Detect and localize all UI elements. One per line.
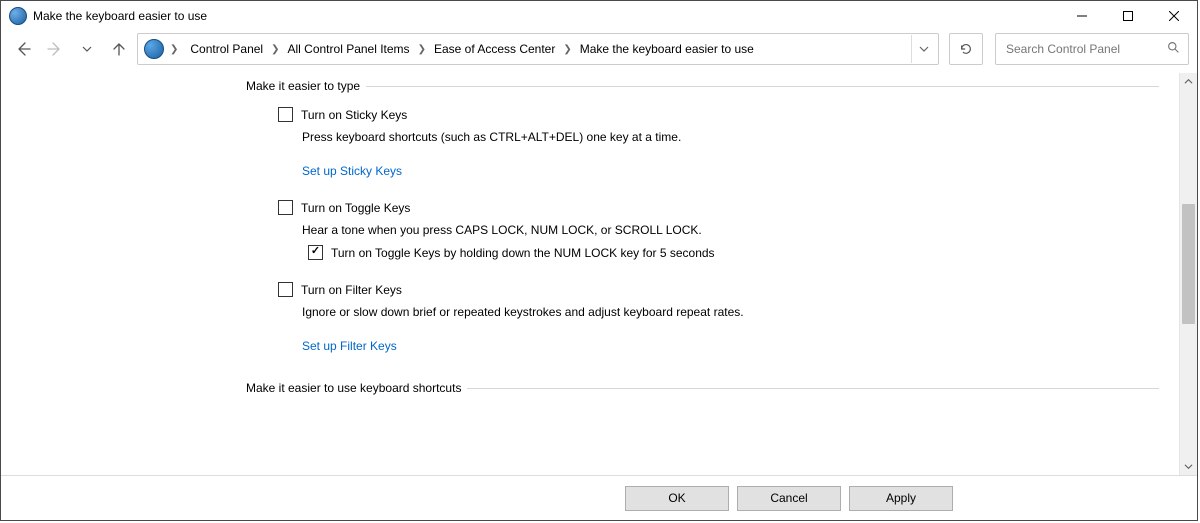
settings-panel: Make it easier to type Turn on Sticky Ke… bbox=[1, 73, 1179, 475]
nav-row: ❯ Control Panel ❯ All Control Panel Item… bbox=[1, 31, 1197, 73]
search-icon bbox=[1167, 41, 1180, 57]
group-easier-type: Make it easier to type Turn on Sticky Ke… bbox=[246, 79, 1159, 353]
dialog-button-bar: OK Cancel Apply bbox=[1, 475, 1197, 520]
minimize-icon bbox=[1077, 11, 1087, 21]
minimize-button[interactable] bbox=[1059, 1, 1105, 31]
label-toggle-keys[interactable]: Turn on Toggle Keys bbox=[301, 201, 410, 215]
group-easier-shortcuts: Make it easier to use keyboard shortcuts bbox=[246, 381, 1159, 395]
chevron-right-icon: ❯ bbox=[168, 44, 180, 55]
ok-button[interactable]: OK bbox=[625, 486, 729, 511]
label-toggle-keys-numlock[interactable]: Turn on Toggle Keys by holding down the … bbox=[331, 246, 715, 260]
breadcrumb-current[interactable]: Make the keyboard easier to use bbox=[574, 38, 760, 60]
desc-filter-keys: Ignore or slow down brief or repeated ke… bbox=[302, 305, 1159, 319]
vertical-scrollbar[interactable] bbox=[1179, 73, 1197, 475]
scroll-down-button[interactable] bbox=[1180, 458, 1197, 475]
arrow-up-icon bbox=[111, 41, 127, 57]
breadcrumbs: Control Panel ❯ All Control Panel Items … bbox=[184, 38, 759, 60]
option-filter-keys: Turn on Filter Keys Ignore or slow down … bbox=[278, 282, 1159, 353]
recent-dropdown-button[interactable] bbox=[73, 35, 101, 63]
refresh-icon bbox=[959, 42, 973, 56]
checkbox-sticky-keys[interactable] bbox=[278, 107, 293, 122]
app-icon bbox=[9, 7, 27, 25]
window-title: Make the keyboard easier to use bbox=[33, 9, 207, 23]
scroll-thumb[interactable] bbox=[1182, 204, 1195, 324]
apply-button[interactable]: Apply bbox=[849, 486, 953, 511]
option-sticky-keys: Turn on Sticky Keys Press keyboard short… bbox=[278, 107, 1159, 178]
scroll-up-button[interactable] bbox=[1180, 73, 1197, 90]
close-button[interactable] bbox=[1151, 1, 1197, 31]
chevron-right-icon: ❯ bbox=[269, 44, 281, 55]
chevron-right-icon: ❯ bbox=[416, 44, 428, 55]
breadcrumb-all-items[interactable]: All Control Panel Items bbox=[282, 38, 416, 60]
link-setup-sticky-keys[interactable]: Set up Sticky Keys bbox=[302, 152, 402, 178]
maximize-icon bbox=[1123, 11, 1133, 21]
cancel-button[interactable]: Cancel bbox=[737, 486, 841, 511]
address-history-dropdown[interactable] bbox=[911, 35, 936, 63]
search-box[interactable] bbox=[995, 33, 1189, 65]
arrow-right-icon bbox=[47, 41, 63, 57]
content-area: Make it easier to type Turn on Sticky Ke… bbox=[1, 73, 1197, 475]
scroll-track[interactable] bbox=[1180, 90, 1197, 458]
maximize-button[interactable] bbox=[1105, 1, 1151, 31]
group-title-easier-shortcuts: Make it easier to use keyboard shortcuts bbox=[246, 381, 461, 395]
chevron-down-icon bbox=[82, 44, 92, 54]
label-sticky-keys[interactable]: Turn on Sticky Keys bbox=[301, 108, 407, 122]
search-input[interactable] bbox=[1004, 41, 1167, 57]
window-frame: Make the keyboard easier to use bbox=[0, 0, 1198, 521]
back-button[interactable] bbox=[9, 35, 37, 63]
label-filter-keys[interactable]: Turn on Filter Keys bbox=[301, 283, 402, 297]
chevron-down-icon bbox=[1184, 462, 1193, 471]
checkbox-filter-keys[interactable] bbox=[278, 282, 293, 297]
divider bbox=[467, 388, 1159, 389]
divider bbox=[366, 86, 1159, 87]
breadcrumb-ease-of-access[interactable]: Ease of Access Center bbox=[428, 38, 561, 60]
group-title-easier-type: Make it easier to type bbox=[246, 79, 360, 93]
checkbox-toggle-keys[interactable] bbox=[278, 200, 293, 215]
close-icon bbox=[1169, 11, 1179, 21]
desc-toggle-keys: Hear a tone when you press CAPS LOCK, NU… bbox=[302, 223, 1159, 237]
refresh-button[interactable] bbox=[949, 33, 983, 65]
option-toggle-keys: Turn on Toggle Keys Hear a tone when you… bbox=[278, 200, 1159, 260]
desc-sticky-keys: Press keyboard shortcuts (such as CTRL+A… bbox=[302, 130, 1159, 144]
link-setup-filter-keys[interactable]: Set up Filter Keys bbox=[302, 327, 397, 353]
address-bar[interactable]: ❯ Control Panel ❯ All Control Panel Item… bbox=[137, 33, 939, 65]
control-panel-icon bbox=[144, 39, 164, 59]
titlebar: Make the keyboard easier to use bbox=[1, 1, 1197, 31]
chevron-right-icon: ❯ bbox=[561, 44, 573, 55]
chevron-up-icon bbox=[1184, 77, 1193, 86]
checkbox-toggle-keys-numlock[interactable] bbox=[308, 245, 323, 260]
window-controls bbox=[1059, 1, 1197, 31]
breadcrumb-control-panel[interactable]: Control Panel bbox=[184, 38, 269, 60]
chevron-down-icon bbox=[919, 44, 929, 54]
arrow-left-icon bbox=[15, 41, 31, 57]
up-button[interactable] bbox=[105, 35, 133, 63]
forward-button[interactable] bbox=[41, 35, 69, 63]
